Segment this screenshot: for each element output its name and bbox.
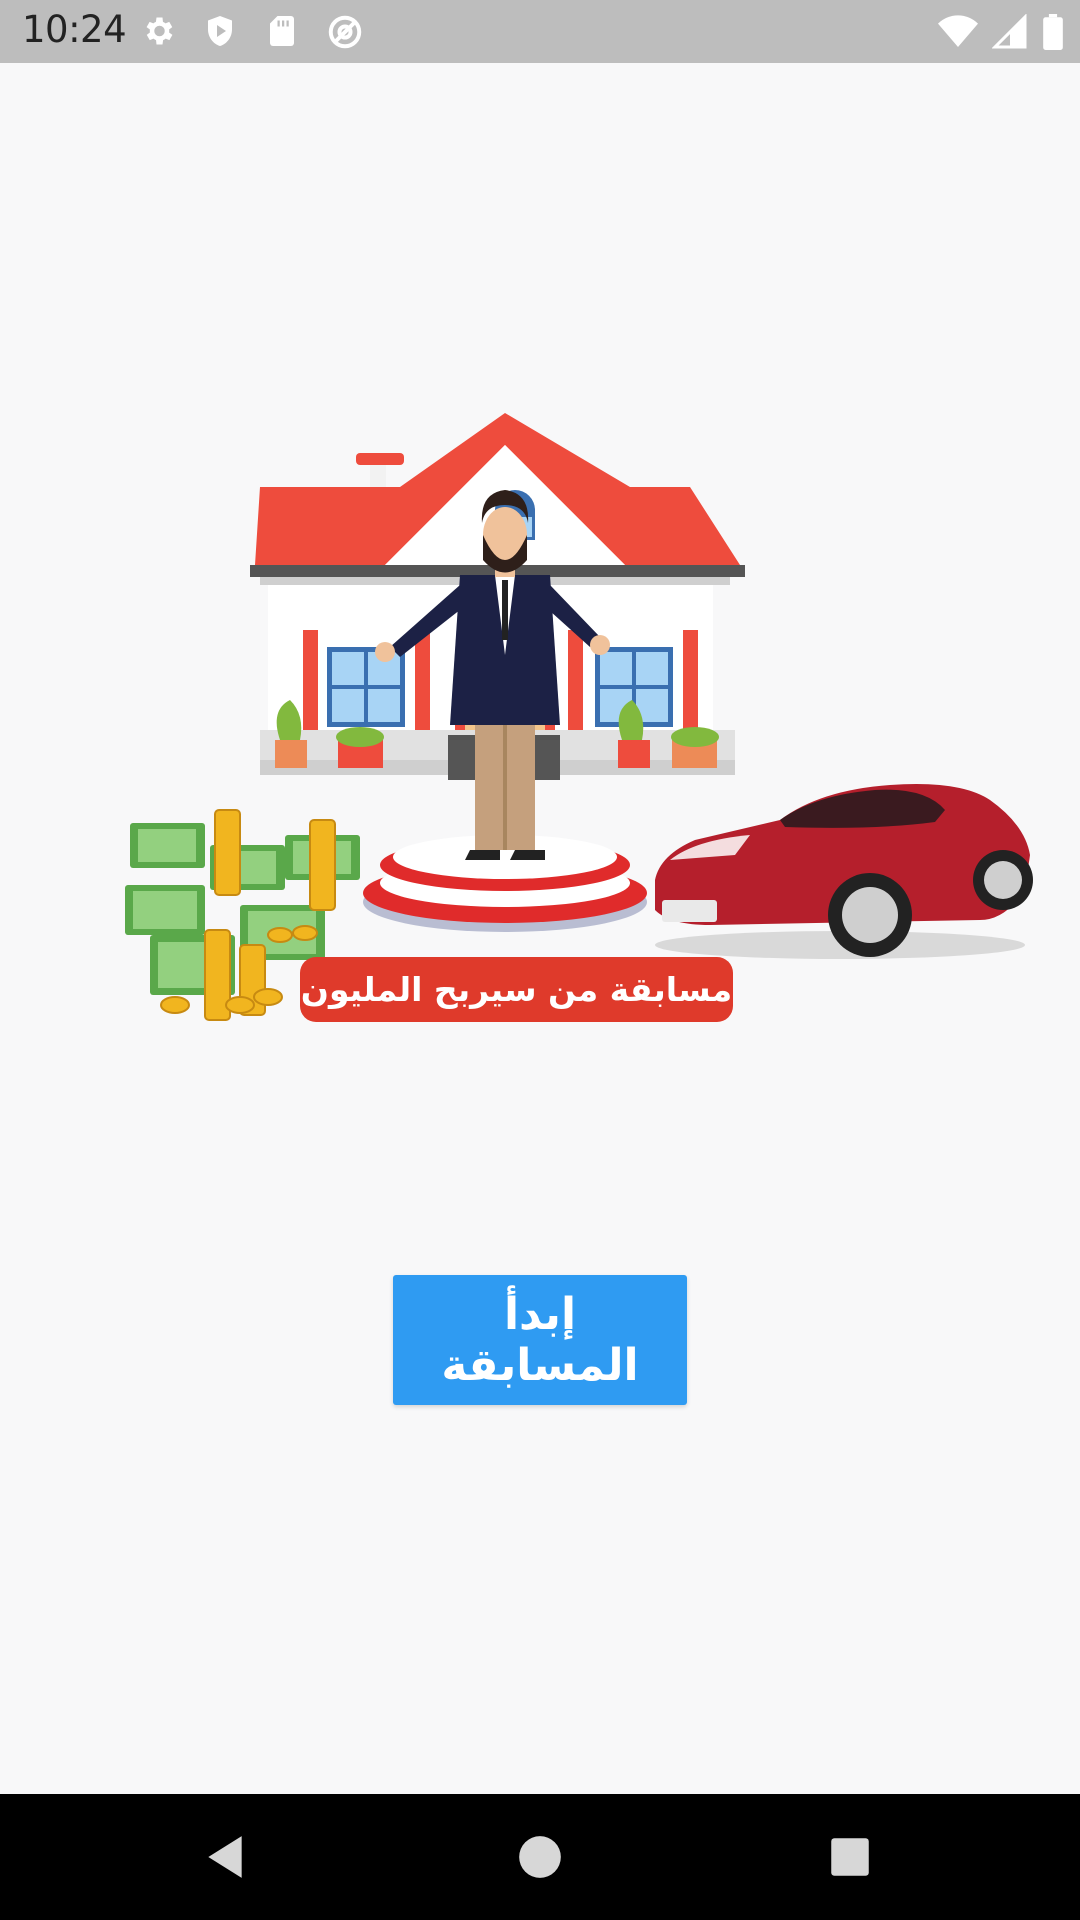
battery-icon [1042, 14, 1064, 50]
wifi-icon [938, 14, 978, 50]
home-icon[interactable] [515, 1832, 565, 1882]
sd-card-icon [264, 13, 304, 53]
recents-icon[interactable] [825, 1832, 875, 1882]
status-bar: 10:24 [0, 0, 1080, 63]
title-banner-text: مسابقة من سيربح المليون [300, 970, 733, 1009]
play-protect-icon [202, 13, 242, 53]
back-icon[interactable] [200, 1832, 250, 1882]
title-banner: مسابقة من سيربح المليون [300, 957, 733, 1022]
navigation-bar [0, 1794, 1080, 1920]
gear-icon [140, 13, 180, 53]
start-quiz-button-label: إبدأ المسابقة [441, 1289, 639, 1391]
status-time: 10:24 [22, 8, 127, 51]
hero-illustration [110, 405, 1040, 1030]
signal-icon [991, 13, 1028, 50]
car-illustration [655, 784, 1033, 959]
at-sign-icon [326, 13, 366, 53]
start-quiz-button[interactable]: إبدأ المسابقة [393, 1275, 687, 1405]
